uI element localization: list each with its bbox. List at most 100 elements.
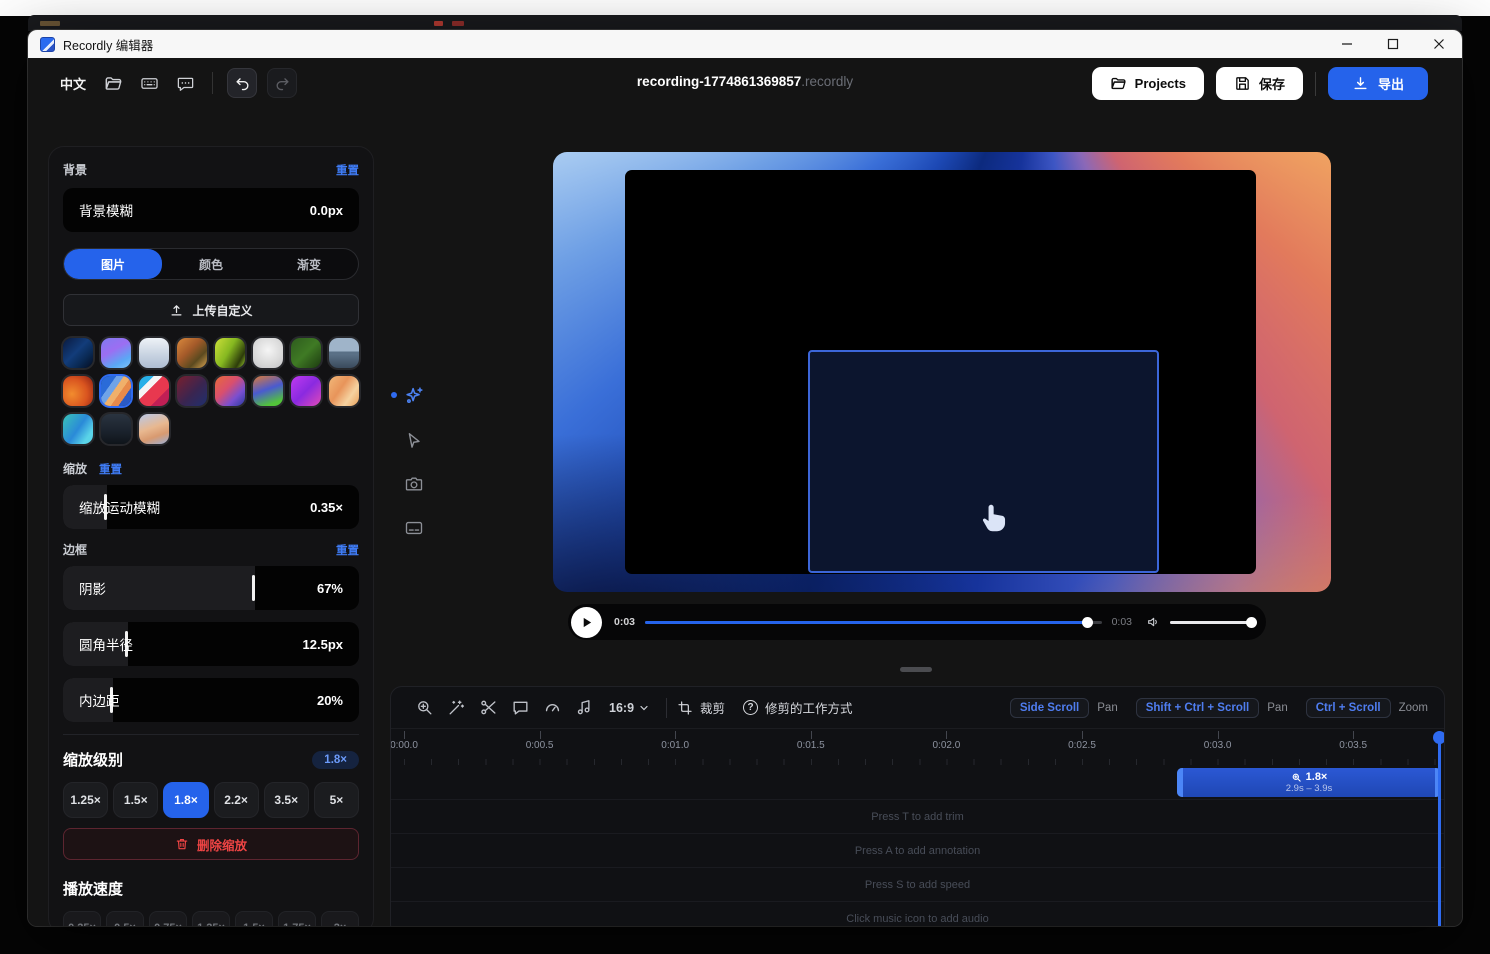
undo-button[interactable] — [227, 68, 257, 98]
background-thumbnail-snowy-mountain[interactable] — [139, 338, 169, 368]
padding-slider[interactable]: 内边距 20% — [63, 678, 359, 722]
speed-button[interactable] — [539, 695, 565, 721]
segment-time-range: 2.9s – 3.9s — [1286, 783, 1332, 794]
zoom-option-5x[interactable]: 5× — [314, 782, 359, 818]
background-thumbnail-bigsur-swirl[interactable] — [139, 376, 169, 406]
sparkles-icon — [403, 385, 425, 407]
zoom-option-2.2x[interactable]: 2.2× — [214, 782, 259, 818]
active-tool-dot — [391, 392, 397, 398]
background-thumbnail-teal-blue-rays[interactable] — [63, 414, 93, 444]
scissors-icon — [479, 698, 498, 717]
camera-tool-button[interactable] — [401, 471, 427, 497]
zoom-option-1.8x[interactable]: 1.8× — [163, 782, 208, 818]
preview-canvas[interactable] — [553, 152, 1331, 592]
background-thumbnail-autumn-forest[interactable] — [177, 338, 207, 368]
speed-option-0.25x[interactable]: 0.25× — [63, 911, 101, 926]
speed-option-1.5x[interactable]: 1.5× — [235, 911, 273, 926]
speed-option-0.75x[interactable]: 0.75× — [149, 911, 187, 926]
background-thumbnail-green-plants[interactable] — [291, 338, 321, 368]
trim-help-button[interactable]: ? 修剪的工作方式 — [743, 698, 853, 717]
timeline-panel: 16:9 裁剪 ? 修剪的工作方式 Side Scroll Pan — [390, 686, 1445, 926]
projects-button[interactable]: Projects — [1092, 67, 1204, 100]
background-blur-slider[interactable]: 背景模糊 0.0px — [63, 188, 359, 232]
background-thumbnail-peach-rays[interactable] — [329, 376, 359, 406]
background-reset-button[interactable]: 重置 — [336, 162, 359, 178]
zoom-level-title: 缩放级别 — [63, 749, 123, 770]
delete-zoom-button[interactable]: 删除缩放 — [63, 828, 359, 860]
zoom-track[interactable]: 1.8× 2.9s – 3.9s — [391, 765, 1444, 799]
shadow-slider[interactable]: 阴影 67% — [63, 566, 359, 610]
timeline-zoom-in-button[interactable] — [411, 695, 437, 721]
background-thumbnail-night-mountain[interactable] — [101, 414, 131, 444]
corner-radius-slider[interactable]: 圆角半径 12.5px — [63, 622, 359, 666]
border-reset-button[interactable]: 重置 — [336, 542, 359, 558]
background-thumbnail-purple-blue-wave[interactable] — [101, 338, 131, 368]
music-button[interactable] — [571, 695, 597, 721]
speed-option-2x[interactable]: 2× — [321, 911, 359, 926]
annotation-track[interactable]: Press A to add annotation — [391, 833, 1444, 867]
background-thumbnail-soft-clouds[interactable] — [139, 414, 169, 444]
effects-tool-button[interactable] — [401, 383, 427, 409]
aspect-ratio-dropdown[interactable]: 16:9 — [609, 701, 650, 715]
cursor-tool-button[interactable] — [401, 427, 427, 453]
zoom-option-3.5x[interactable]: 3.5× — [264, 782, 309, 818]
background-thumbnail-green-blue-flow[interactable] — [253, 376, 283, 406]
background-thumbnail-blue-orange-rays[interactable] — [101, 376, 131, 406]
seek-bar[interactable] — [645, 621, 1102, 624]
ruler-tick — [1353, 731, 1354, 739]
zoom-reset-button[interactable]: 重置 — [99, 461, 122, 477]
message-icon — [176, 74, 195, 93]
playhead[interactable] — [1438, 731, 1441, 926]
speed-option-0.5x[interactable]: 0.5× — [106, 911, 144, 926]
background-thumbnail-chartreuse-abstract[interactable] — [215, 338, 245, 368]
annotation-button[interactable] — [507, 695, 533, 721]
background-thumbnail-white-ripple[interactable] — [253, 338, 283, 368]
cut-button[interactable] — [475, 695, 501, 721]
zoom-selection-rect[interactable] — [808, 350, 1159, 573]
save-button[interactable]: 保存 — [1216, 67, 1303, 100]
zoom-segment[interactable]: 1.8× 2.9s – 3.9s — [1177, 768, 1441, 797]
speaker-icon[interactable] — [1146, 614, 1162, 630]
upload-custom-button[interactable]: 上传自定义 — [63, 294, 359, 326]
crop-button[interactable]: 裁剪 — [677, 698, 725, 717]
zoom-option-1.5x[interactable]: 1.5× — [113, 782, 158, 818]
ruler-label: 0:00.0 — [390, 740, 418, 751]
app-icon — [40, 37, 55, 52]
background-thumbnail-orange-bloom[interactable] — [63, 376, 93, 406]
audio-track[interactable]: Click music icon to add audio — [391, 901, 1444, 926]
tab-color[interactable]: 颜色 — [162, 249, 260, 279]
volume-slider[interactable] — [1170, 621, 1252, 624]
speed-track[interactable]: Press S to add speed — [391, 867, 1444, 901]
tab-gradient[interactable]: 渐变 — [260, 249, 358, 279]
subtitles-tool-button[interactable] — [401, 515, 427, 541]
tab-image[interactable]: 图片 — [64, 249, 162, 279]
open-project-button[interactable] — [100, 70, 126, 96]
playback-speed-title: 播放速度 — [63, 878, 359, 899]
magic-trim-button[interactable] — [443, 695, 469, 721]
background-thumbnail-sunset-waves[interactable] — [215, 376, 245, 406]
zoom-option-1.25x[interactable]: 1.25× — [63, 782, 108, 818]
playhead-cap[interactable] — [1433, 731, 1445, 744]
shortcut-side-scroll: Side Scroll — [1010, 698, 1089, 718]
background-thumbnail-lake-reflection[interactable] — [329, 338, 359, 368]
trim-track[interactable]: Press T to add trim — [391, 799, 1444, 833]
background-thumbnail-magenta-purple[interactable] — [291, 376, 321, 406]
background-thumbnail-dark-red-blue[interactable] — [177, 376, 207, 406]
timeline-toolbar-divider — [666, 698, 667, 718]
background-thumbnail-aurora-dark[interactable] — [63, 338, 93, 368]
close-button[interactable] — [1416, 30, 1462, 58]
subtitles-icon — [404, 518, 424, 538]
redo-button[interactable] — [267, 68, 297, 98]
keyboard-shortcuts-button[interactable] — [136, 70, 162, 96]
speed-option-1.25x[interactable]: 1.25× — [192, 911, 230, 926]
feedback-button[interactable] — [172, 70, 198, 96]
zoom-motion-blur-slider[interactable]: 缩放运动模糊 0.35× — [63, 485, 359, 529]
timeline-ruler[interactable]: 0:00.00:00.50:01.00:01.50:02.00:02.50:03… — [391, 731, 1444, 765]
minimize-button[interactable] — [1324, 30, 1370, 58]
speed-option-1.75x[interactable]: 1.75× — [278, 911, 316, 926]
play-button[interactable] — [571, 607, 602, 638]
export-button[interactable]: 导出 — [1328, 67, 1428, 100]
panel-resize-handle[interactable] — [900, 667, 932, 672]
language-button[interactable]: 中文 — [56, 70, 90, 97]
maximize-button[interactable] — [1370, 30, 1416, 58]
